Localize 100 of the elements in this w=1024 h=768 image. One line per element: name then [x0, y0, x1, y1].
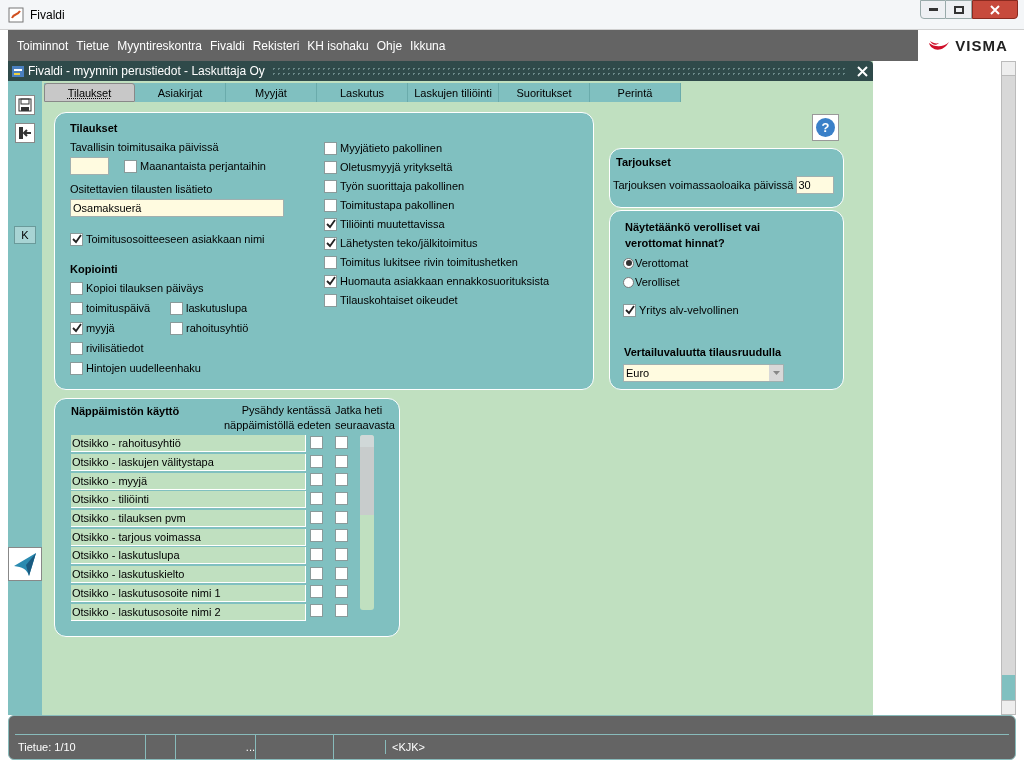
field-name: Otsikko - laskujen välitystapa [71, 454, 306, 472]
checkbox[interactable] [70, 341, 83, 355]
checkbox-label: rivilisätiedot [86, 341, 144, 355]
field-name: Otsikko - tarjous voimassa [71, 528, 306, 546]
checkbox[interactable] [324, 141, 337, 155]
checkbox[interactable] [310, 604, 323, 618]
validity-field[interactable]: 30 [796, 176, 835, 194]
key-button[interactable]: K [14, 226, 36, 244]
checkbox-label: Lähetysten teko/jälkitoimitus [340, 236, 478, 250]
checkbox[interactable] [324, 236, 337, 250]
checkbox[interactable] [324, 274, 337, 288]
checkbox-label: Huomauta asiakkaan ennakkosuorituksista [340, 274, 550, 288]
exit-icon[interactable] [15, 123, 35, 143]
checkbox[interactable] [70, 281, 83, 295]
menu-item[interactable]: Tietue [72, 38, 114, 53]
close-button[interactable] [854, 63, 870, 79]
tab[interactable]: Tilaukset [44, 83, 135, 102]
checkbox[interactable] [170, 321, 183, 335]
checkbox[interactable] [70, 232, 83, 246]
checkbox[interactable] [335, 454, 348, 468]
checkbox[interactable] [335, 585, 348, 599]
checkbox[interactable] [335, 473, 348, 487]
logo-button[interactable] [8, 547, 42, 581]
checkbox[interactable] [335, 604, 348, 618]
field-name: Otsikko - laskutusosoite nimi 1 [71, 584, 306, 602]
checkbox[interactable] [335, 510, 348, 524]
checkbox[interactable] [335, 435, 348, 449]
logo-icon [928, 39, 951, 52]
checkbox[interactable] [70, 361, 83, 375]
minimize-button[interactable] [920, 0, 946, 19]
checkbox[interactable] [170, 301, 183, 315]
tab[interactable]: Suoritukset [499, 83, 590, 102]
installment-field[interactable]: Osamaksuerä [70, 199, 284, 217]
checkbox-label: laskutuslupa [186, 301, 248, 315]
checkbox[interactable] [324, 160, 337, 174]
checkbox[interactable] [623, 303, 636, 317]
checkbox[interactable] [310, 435, 323, 449]
checkbox[interactable] [310, 585, 323, 599]
menu-item[interactable]: Rekisteri [248, 38, 304, 53]
section-title: Tilaukset [70, 121, 119, 135]
checkbox[interactable] [310, 454, 323, 468]
menu-item[interactable]: Ikkuna [406, 38, 450, 53]
field-name: Otsikko - laskutusosoite nimi 2 [71, 603, 306, 621]
checkbox-label: toimituspäivä [86, 301, 151, 315]
tab[interactable]: Perintä [590, 83, 681, 102]
field-label: Ositettavien tilausten lisätieto [70, 182, 214, 196]
column-header: Jatka heti seuraavasta [335, 403, 396, 433]
help-icon[interactable]: ? [812, 114, 839, 141]
checkbox[interactable] [310, 491, 323, 505]
menu-item[interactable]: KH isohaku [303, 38, 373, 53]
maximize-button[interactable] [946, 0, 972, 19]
section-title: Kopiointi [70, 262, 119, 276]
radio-button[interactable] [623, 257, 634, 269]
checkbox[interactable] [70, 301, 83, 315]
tab[interactable]: Myyjät [226, 83, 317, 102]
checkbox[interactable] [335, 566, 348, 580]
tab[interactable]: Laskujen tiliöinti [408, 83, 499, 102]
checkbox[interactable] [70, 321, 83, 335]
scrollbar[interactable] [360, 435, 374, 610]
checkbox[interactable] [310, 529, 323, 543]
checkbox[interactable] [310, 566, 323, 580]
checkbox[interactable] [324, 198, 337, 212]
menu-item[interactable]: Fivaldi [205, 38, 249, 53]
checkbox-label: Toimitusosoitteeseen asiakkaan nimi [86, 232, 265, 246]
section-title: Tarjoukset [616, 155, 672, 169]
section-title: Näytetäänkö verolliset vai verottomat hinnat? [625, 220, 762, 251]
checkbox-label: Yritys alv-velvollinen [639, 303, 739, 317]
checkbox[interactable] [335, 529, 348, 543]
checkbox[interactable] [310, 510, 323, 524]
mode-indicator: <KJK> [385, 740, 426, 754]
menu-item[interactable]: Myyntireskontra [113, 38, 206, 53]
checkbox[interactable] [310, 547, 323, 561]
checkbox[interactable] [335, 491, 348, 505]
checkbox-label: Toimitustapa pakollinen [340, 198, 455, 212]
checkbox-label: Hintojen uudelleenhaku [86, 361, 201, 375]
field-name: Otsikko - tiliöinti [71, 491, 306, 509]
field-name: Otsikko - laskutuslupa [71, 547, 306, 565]
checkbox[interactable] [335, 547, 348, 561]
form-icon [11, 63, 26, 79]
checkbox[interactable] [324, 293, 337, 307]
checkbox[interactable] [310, 473, 323, 487]
checkbox[interactable] [124, 159, 137, 173]
checkbox[interactable] [324, 217, 337, 231]
tab[interactable]: Asiakirjat [135, 83, 226, 102]
save-icon[interactable] [15, 95, 35, 115]
currency-dropdown[interactable]: Euro [623, 364, 784, 382]
checkbox-label: Tiliöinti muutettavissa [340, 217, 445, 231]
column-header: Pysähdy kentässä näppäimistöllä edeten [222, 403, 331, 433]
checkbox[interactable] [324, 255, 337, 269]
menu-item[interactable]: Ohje [372, 38, 407, 53]
radio-button[interactable] [623, 276, 634, 288]
menu-item[interactable]: Toiminnot [13, 38, 73, 53]
tab[interactable]: Laskutus [317, 83, 408, 102]
checkbox[interactable] [324, 179, 337, 193]
brand-logo: VISMA [955, 38, 1008, 53]
scrollbar[interactable] [1001, 61, 1016, 715]
app-icon [8, 6, 24, 23]
window-title: Fivaldi [30, 7, 65, 22]
delivery-days-field[interactable] [70, 157, 109, 175]
close-button[interactable] [972, 0, 1018, 19]
